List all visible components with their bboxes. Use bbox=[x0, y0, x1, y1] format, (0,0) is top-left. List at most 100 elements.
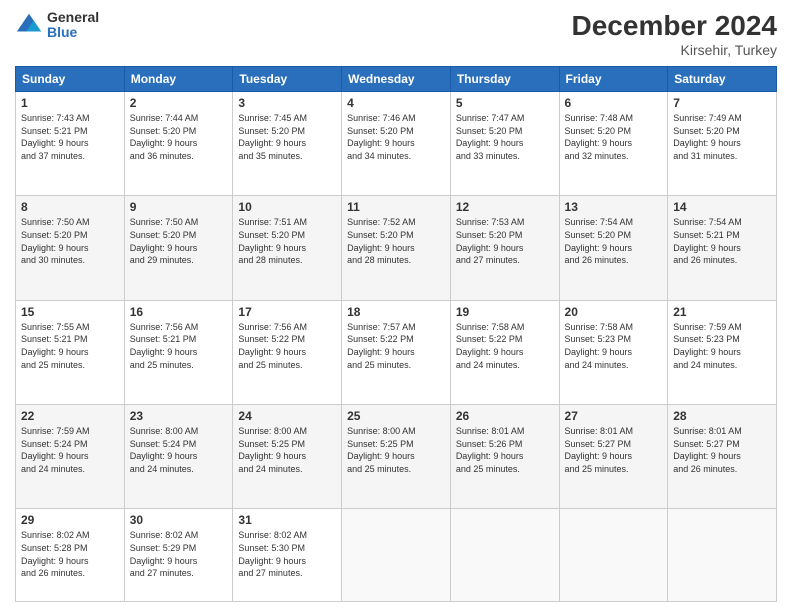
day-info: Sunrise: 7:58 AM Sunset: 5:23 PM Dayligh… bbox=[565, 321, 663, 371]
day-number: 17 bbox=[238, 305, 336, 319]
day-info: Sunrise: 7:54 AM Sunset: 5:21 PM Dayligh… bbox=[673, 216, 771, 266]
day-number: 28 bbox=[673, 409, 771, 423]
day-number: 3 bbox=[238, 96, 336, 110]
day-info: Sunrise: 8:01 AM Sunset: 5:27 PM Dayligh… bbox=[673, 425, 771, 475]
week-row-4: 22Sunrise: 7:59 AM Sunset: 5:24 PM Dayli… bbox=[16, 405, 777, 509]
day-number: 26 bbox=[456, 409, 554, 423]
header-friday: Friday bbox=[559, 67, 668, 92]
day-info: Sunrise: 8:02 AM Sunset: 5:28 PM Dayligh… bbox=[21, 529, 119, 579]
table-row: 9 Sunrise: 7:50 AM Sunset: 5:20 PM Daylig… bbox=[124, 196, 233, 300]
table-row: 16 Sunrise: 7:56 AM Sunset: 5:21 PM Dayli… bbox=[124, 300, 233, 404]
day-info: Sunrise: 7:58 AM Sunset: 5:22 PM Dayligh… bbox=[456, 321, 554, 371]
header-sunday: Sunday bbox=[16, 67, 125, 92]
day-number: 2 bbox=[130, 96, 228, 110]
day-number: 9 bbox=[130, 200, 228, 214]
table-row: 1 Sunrise: 7:43 AM Sunset: 5:21 PM Daylig… bbox=[16, 92, 125, 196]
day-number: 6 bbox=[565, 96, 663, 110]
table-row bbox=[342, 509, 451, 602]
day-info: Sunrise: 7:48 AM Sunset: 5:20 PM Dayligh… bbox=[565, 112, 663, 162]
table-row: 18Sunrise: 7:57 AM Sunset: 5:22 PM Dayli… bbox=[342, 300, 451, 404]
day-info: Sunrise: 8:01 AM Sunset: 5:26 PM Dayligh… bbox=[456, 425, 554, 475]
table-row: 26 Sunrise: 8:01 AM Sunset: 5:26 PM Dayli… bbox=[450, 405, 559, 509]
table-row: 13Sunrise: 7:54 AM Sunset: 5:20 PM Dayli… bbox=[559, 196, 668, 300]
table-row: 4Sunrise: 7:46 AM Sunset: 5:20 PM Daylig… bbox=[342, 92, 451, 196]
day-number: 5 bbox=[456, 96, 554, 110]
table-row bbox=[450, 509, 559, 602]
table-row: 7Sunrise: 7:49 AM Sunset: 5:20 PM Daylig… bbox=[668, 92, 777, 196]
table-row bbox=[559, 509, 668, 602]
day-info: Sunrise: 8:00 AM Sunset: 5:24 PM Dayligh… bbox=[130, 425, 228, 475]
day-number: 24 bbox=[238, 409, 336, 423]
day-info: Sunrise: 7:43 AM Sunset: 5:21 PM Dayligh… bbox=[21, 112, 119, 162]
table-row: 31 Sunrise: 8:02 AM Sunset: 5:30 PM Dayli… bbox=[233, 509, 342, 602]
table-row: 12Sunrise: 7:53 AM Sunset: 5:20 PM Dayli… bbox=[450, 196, 559, 300]
day-info: Sunrise: 8:00 AM Sunset: 5:25 PM Dayligh… bbox=[347, 425, 445, 475]
day-info: Sunrise: 7:45 AM Sunset: 5:20 PM Dayligh… bbox=[238, 112, 336, 162]
table-row: 29 Sunrise: 8:02 AM Sunset: 5:28 PM Dayli… bbox=[16, 509, 125, 602]
day-info: Sunrise: 8:00 AM Sunset: 5:25 PM Dayligh… bbox=[238, 425, 336, 475]
day-info: Sunrise: 7:53 AM Sunset: 5:20 PM Dayligh… bbox=[456, 216, 554, 266]
day-number: 19 bbox=[456, 305, 554, 319]
day-number: 20 bbox=[565, 305, 663, 319]
day-info: Sunrise: 7:51 AM Sunset: 5:20 PM Dayligh… bbox=[238, 216, 336, 266]
table-row: 23 Sunrise: 8:00 AM Sunset: 5:24 PM Dayli… bbox=[124, 405, 233, 509]
logo-icon bbox=[15, 11, 43, 39]
day-info: Sunrise: 8:01 AM Sunset: 5:27 PM Dayligh… bbox=[565, 425, 663, 475]
day-number: 23 bbox=[130, 409, 228, 423]
table-row: 25Sunrise: 8:00 AM Sunset: 5:25 PM Dayli… bbox=[342, 405, 451, 509]
header-thursday: Thursday bbox=[450, 67, 559, 92]
day-info: Sunrise: 8:02 AM Sunset: 5:30 PM Dayligh… bbox=[238, 529, 336, 579]
day-number: 14 bbox=[673, 200, 771, 214]
day-number: 1 bbox=[21, 96, 119, 110]
day-number: 11 bbox=[347, 200, 445, 214]
table-row: 19 Sunrise: 7:58 AM Sunset: 5:22 PM Dayli… bbox=[450, 300, 559, 404]
table-row: 28 Sunrise: 8:01 AM Sunset: 5:27 PM Dayli… bbox=[668, 405, 777, 509]
day-number: 16 bbox=[130, 305, 228, 319]
day-number: 31 bbox=[238, 513, 336, 527]
table-row: 8Sunrise: 7:50 AM Sunset: 5:20 PM Daylig… bbox=[16, 196, 125, 300]
table-row: 5 Sunrise: 7:47 AM Sunset: 5:20 PM Daylig… bbox=[450, 92, 559, 196]
day-info: Sunrise: 7:50 AM Sunset: 5:20 PM Dayligh… bbox=[130, 216, 228, 266]
header: General Blue December 2024 Kirsehir, Tur… bbox=[15, 10, 777, 58]
table-row: 3 Sunrise: 7:45 AM Sunset: 5:20 PM Daylig… bbox=[233, 92, 342, 196]
calendar-table: Sunday Monday Tuesday Wednesday Thursday… bbox=[15, 66, 777, 602]
header-tuesday: Tuesday bbox=[233, 67, 342, 92]
day-info: Sunrise: 7:56 AM Sunset: 5:21 PM Dayligh… bbox=[130, 321, 228, 371]
day-info: Sunrise: 7:47 AM Sunset: 5:20 PM Dayligh… bbox=[456, 112, 554, 162]
calendar-page: General Blue December 2024 Kirsehir, Tur… bbox=[0, 0, 792, 612]
header-saturday: Saturday bbox=[668, 67, 777, 92]
table-row: 21 Sunrise: 7:59 AM Sunset: 5:23 PM Dayli… bbox=[668, 300, 777, 404]
table-row: 15 Sunrise: 7:55 AM Sunset: 5:21 PM Dayli… bbox=[16, 300, 125, 404]
day-info: Sunrise: 7:59 AM Sunset: 5:23 PM Dayligh… bbox=[673, 321, 771, 371]
day-number: 7 bbox=[673, 96, 771, 110]
day-number: 30 bbox=[130, 513, 228, 527]
day-number: 22 bbox=[21, 409, 119, 423]
day-info: Sunrise: 8:02 AM Sunset: 5:29 PM Dayligh… bbox=[130, 529, 228, 579]
day-info: Sunrise: 7:56 AM Sunset: 5:22 PM Dayligh… bbox=[238, 321, 336, 371]
table-row: 6 Sunrise: 7:48 AM Sunset: 5:20 PM Daylig… bbox=[559, 92, 668, 196]
header-wednesday: Wednesday bbox=[342, 67, 451, 92]
table-row: 10 Sunrise: 7:51 AM Sunset: 5:20 PM Dayli… bbox=[233, 196, 342, 300]
table-row: 11Sunrise: 7:52 AM Sunset: 5:20 PM Dayli… bbox=[342, 196, 451, 300]
day-number: 29 bbox=[21, 513, 119, 527]
table-row: 2Sunrise: 7:44 AM Sunset: 5:20 PM Daylig… bbox=[124, 92, 233, 196]
day-info: Sunrise: 7:55 AM Sunset: 5:21 PM Dayligh… bbox=[21, 321, 119, 371]
table-row: 30 Sunrise: 8:02 AM Sunset: 5:29 PM Dayli… bbox=[124, 509, 233, 602]
header-monday: Monday bbox=[124, 67, 233, 92]
logo-blue-text: Blue bbox=[47, 25, 99, 40]
week-row-2: 8 Sunrise: 7:50 AM Sunset: 5:20 PM Daylig… bbox=[16, 196, 777, 300]
day-info: Sunrise: 7:57 AM Sunset: 5:22 PM Dayligh… bbox=[347, 321, 445, 371]
week-row-5: 29 Sunrise: 8:02 AM Sunset: 5:28 PM Dayli… bbox=[16, 509, 777, 602]
title-section: December 2024 Kirsehir, Turkey bbox=[572, 10, 777, 58]
day-number: 4 bbox=[347, 96, 445, 110]
month-title: December 2024 bbox=[572, 10, 777, 42]
day-number: 10 bbox=[238, 200, 336, 214]
day-number: 21 bbox=[673, 305, 771, 319]
day-number: 15 bbox=[21, 305, 119, 319]
logo-general-text: General bbox=[47, 10, 99, 25]
day-number: 13 bbox=[565, 200, 663, 214]
table-row: 17 Sunrise: 7:56 AM Sunset: 5:22 PM Dayli… bbox=[233, 300, 342, 404]
week-row-1: 1 Sunrise: 7:43 AM Sunset: 5:21 PM Daylig… bbox=[16, 92, 777, 196]
day-number: 27 bbox=[565, 409, 663, 423]
day-number: 8 bbox=[21, 200, 119, 214]
